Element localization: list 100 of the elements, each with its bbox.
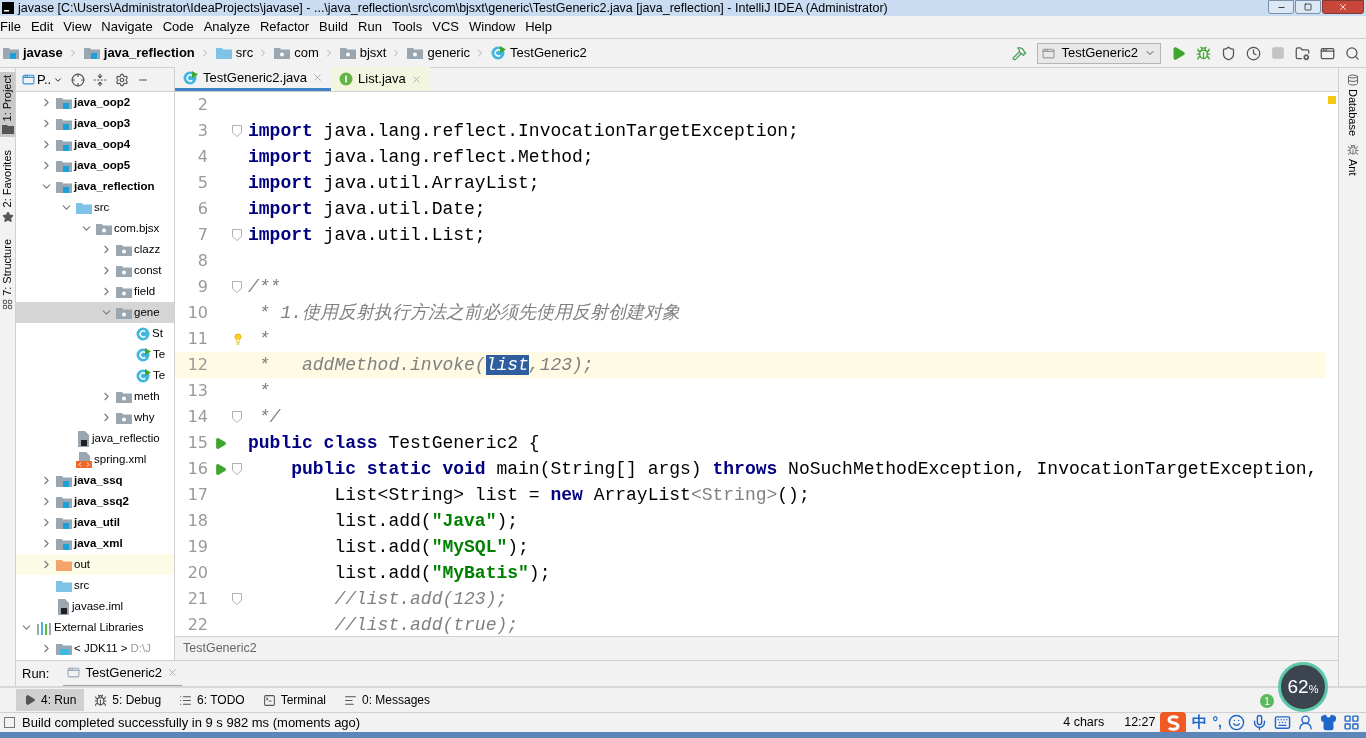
collapse-all-icon[interactable] xyxy=(93,72,108,87)
ime-punctuation[interactable]: °, xyxy=(1212,712,1222,733)
menu-item[interactable]: Run xyxy=(353,17,387,37)
fold-marker-icon[interactable] xyxy=(232,229,242,241)
tree-item[interactable]: St xyxy=(16,323,174,344)
tree-item[interactable]: out xyxy=(16,554,174,575)
microphone-icon[interactable] xyxy=(1251,714,1268,731)
profile-icon[interactable] xyxy=(1246,45,1261,61)
menu-item[interactable]: Analyze xyxy=(198,17,255,37)
run-icon[interactable] xyxy=(1171,45,1186,61)
menu-item[interactable]: Window xyxy=(463,17,521,37)
menu-item[interactable]: Code xyxy=(157,17,199,37)
menu-item[interactable]: File xyxy=(0,17,26,37)
run-configuration-dropdown[interactable]: TestGeneric2 xyxy=(1037,42,1161,64)
tool-window-tab[interactable]: 2: Favorites xyxy=(0,147,15,226)
tree-item[interactable]: java_xml xyxy=(16,533,174,554)
menu-item[interactable]: Help xyxy=(520,17,557,37)
toolbox-icon[interactable] xyxy=(1343,714,1360,731)
tree-item[interactable]: Te xyxy=(16,344,174,365)
editor-tab[interactable]: List.java xyxy=(331,67,430,91)
tree-item[interactable]: java_ssq2 xyxy=(16,491,174,512)
tree-item[interactable]: java_reflection xyxy=(16,176,174,197)
close-tab-icon[interactable] xyxy=(312,72,324,83)
build-icon[interactable] xyxy=(1012,45,1028,61)
tree-item[interactable]: clazz xyxy=(16,239,174,260)
tool-window-button[interactable]: 4: Run xyxy=(16,689,85,711)
menu-item[interactable]: Build xyxy=(314,17,353,37)
tree-item[interactable]: why xyxy=(16,407,174,428)
tree-item[interactable]: meth xyxy=(16,386,174,407)
memory-meter[interactable]: 62% xyxy=(1278,662,1328,712)
tree-item[interactable]: java_util xyxy=(16,512,174,533)
tool-window-button[interactable]: 0: Messages xyxy=(336,689,439,711)
caret-position[interactable]: 12:27 xyxy=(1124,713,1156,732)
editor-breadcrumb[interactable]: TestGeneric2 xyxy=(183,639,257,658)
fold-marker-icon[interactable] xyxy=(232,463,242,475)
tree-item[interactable]: src xyxy=(16,197,174,218)
debug-icon[interactable] xyxy=(1196,45,1211,61)
menu-item[interactable]: Edit xyxy=(25,17,59,37)
breadcrumb-item[interactable]: generic xyxy=(407,43,492,63)
tool-window-button[interactable]: 6: TODO xyxy=(171,689,253,711)
tree-item[interactable]: com.bjsx xyxy=(16,218,174,239)
user-icon[interactable] xyxy=(1297,714,1314,731)
menu-item[interactable]: VCS xyxy=(427,17,464,37)
tree-item[interactable]: Te xyxy=(16,365,174,386)
fold-marker-icon[interactable] xyxy=(232,593,242,605)
menu-item[interactable]: Tools xyxy=(386,17,428,37)
minimize-button[interactable] xyxy=(1268,0,1294,14)
breadcrumb-item[interactable]: javase xyxy=(3,43,84,63)
tool-window-button[interactable]: 5: Debug xyxy=(86,689,170,711)
tree-item[interactable]: const xyxy=(16,260,174,281)
view-selector[interactable]: P.. xyxy=(22,69,64,90)
coverage-icon[interactable] xyxy=(1221,45,1236,61)
tree-item[interactable]: java_oop2 xyxy=(16,92,174,113)
settings-icon[interactable] xyxy=(115,72,130,87)
breadcrumb-item[interactable]: TestGeneric2 xyxy=(491,43,592,63)
tool-window-tab[interactable]: Ant xyxy=(1344,144,1361,176)
locate-icon[interactable] xyxy=(71,72,86,87)
tree-item[interactable]: java_oop4 xyxy=(16,134,174,155)
run-gutter-icon[interactable] xyxy=(213,462,227,476)
close-button[interactable] xyxy=(1322,0,1364,14)
run-gutter-icon[interactable] xyxy=(213,436,227,450)
tree-item[interactable]: java_ssq xyxy=(16,470,174,491)
close-tab-icon[interactable] xyxy=(167,667,179,678)
run-tab[interactable]: TestGeneric2 xyxy=(63,660,183,687)
ime-mode[interactable]: 中 xyxy=(1191,711,1207,734)
tree-item[interactable]: java_oop5 xyxy=(16,155,174,176)
tree-item[interactable]: gene xyxy=(16,302,174,323)
fold-marker-icon[interactable] xyxy=(232,125,242,137)
breadcrumb-item[interactable]: src xyxy=(215,43,275,63)
menu-item[interactable]: View xyxy=(58,17,97,37)
tree-item[interactable]: java_oop3 xyxy=(16,113,174,134)
tree-item[interactable]: External Libraries xyxy=(16,617,174,638)
emoji-icon[interactable] xyxy=(1228,714,1245,731)
tree-item[interactable]: spring.xml xyxy=(16,449,174,470)
tree-item[interactable]: src xyxy=(16,575,174,596)
breadcrumb-item[interactable]: bjsxt xyxy=(339,43,408,63)
tool-window-tab[interactable]: 1: Project xyxy=(0,72,15,138)
skin-icon[interactable] xyxy=(1320,714,1337,731)
status-toggle-icon[interactable] xyxy=(4,717,15,728)
layout-icon[interactable] xyxy=(1320,45,1335,61)
ime-logo-icon[interactable] xyxy=(1159,711,1186,734)
tree-item[interactable]: javase.iml xyxy=(16,596,174,617)
fold-marker-icon[interactable] xyxy=(232,281,242,293)
close-tab-icon[interactable] xyxy=(410,73,422,85)
breadcrumb-item[interactable]: com xyxy=(274,43,340,63)
lightbulb-icon[interactable] xyxy=(232,332,244,346)
tool-window-tab[interactable]: Database xyxy=(1344,74,1361,137)
tree-item[interactable]: java_reflectio xyxy=(16,428,174,449)
menu-item[interactable]: Refactor xyxy=(254,17,315,37)
search-icon[interactable] xyxy=(1345,45,1360,61)
editor-tab[interactable]: TestGeneric2.java xyxy=(175,67,332,91)
project-structure-icon[interactable] xyxy=(1295,45,1310,61)
tool-window-button[interactable]: Terminal xyxy=(254,689,334,711)
tool-window-tab[interactable]: 7: Structure xyxy=(0,235,15,313)
keyboard-icon[interactable] xyxy=(1274,714,1291,731)
fold-marker-icon[interactable] xyxy=(232,411,242,423)
breadcrumb-item[interactable]: java_reflection xyxy=(83,43,216,63)
tree-item[interactable]: < JDK11 > D:\J xyxy=(16,638,174,659)
tree-item[interactable]: field xyxy=(16,281,174,302)
menu-item[interactable]: Navigate xyxy=(96,17,158,37)
